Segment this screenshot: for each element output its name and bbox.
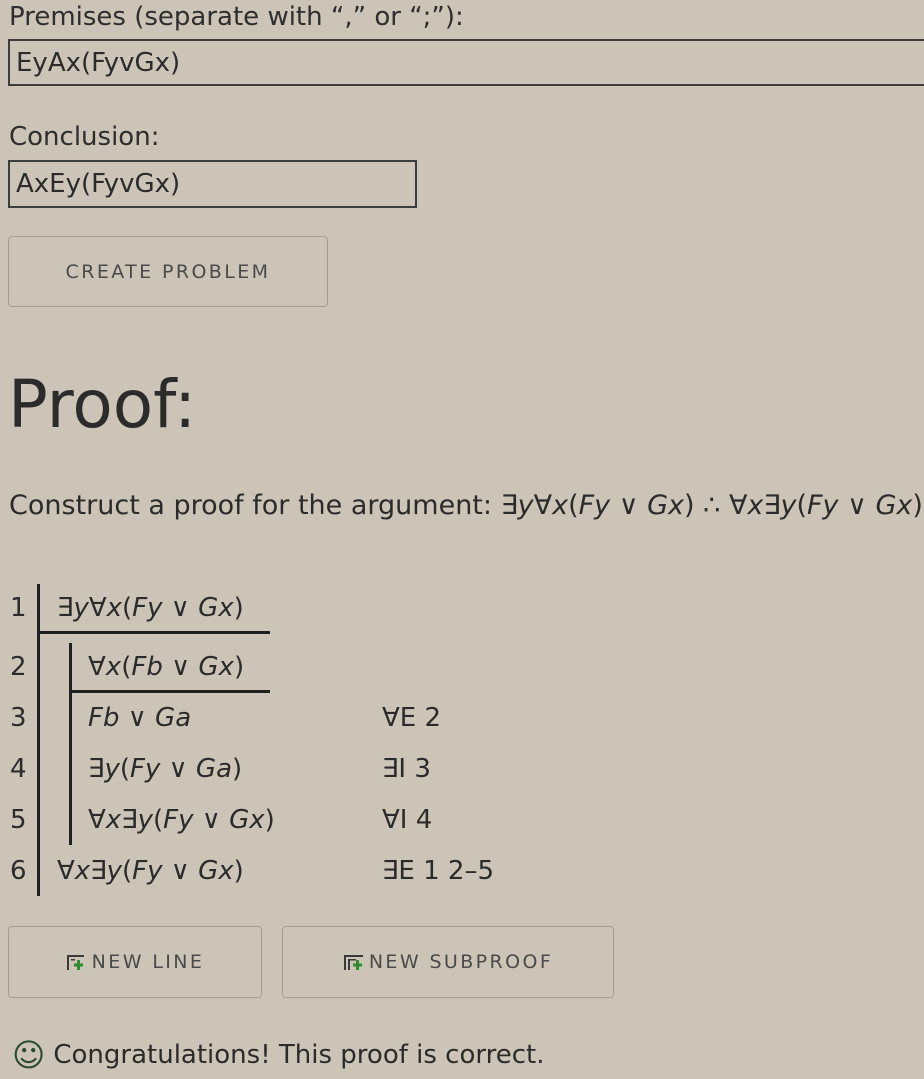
justification[interactable]: ∀E 2 [382,703,441,733]
conclusion-label: Conclusion: [9,122,160,152]
proof-formula[interactable]: ∀x(Fb ∨ Gx) [88,652,244,682]
line-number: 2 [10,652,27,682]
line-number: 5 [10,805,27,835]
conclusion-input[interactable] [8,160,417,208]
proof-formula[interactable]: ∀x∃y(Fy ∨ Gx) [88,805,275,835]
line-number: 6 [10,856,27,886]
proof-formula[interactable]: ∃y(Fy ∨ Ga) [88,754,242,784]
smiley-icon: ☺ [12,1036,46,1074]
prompt-text: Construct a proof for the argument: [9,490,501,521]
add-subproof-icon [343,953,363,971]
proof-formula[interactable]: Fb ∨ Ga [88,703,191,733]
assumption-line [70,690,270,693]
proof-formula[interactable]: ∃y∀x(Fy ∨ Gx) [57,593,244,623]
prompt-premise: ∃y∀x(Fy ∨ Gx) [500,490,695,521]
status-text: Congratulations! This proof is correct. [53,1040,545,1070]
new-subproof-label: NEW SUBPROOF [368,951,554,973]
subproof-scope-bar [69,643,72,845]
new-line-label: NEW LINE [91,951,205,973]
proof-formula[interactable]: ∀x∃y(Fy ∨ Gx) [57,856,244,886]
premises-input[interactable] [8,39,924,86]
therefore-symbol: ∴ [703,490,721,521]
proof-heading: Proof: [8,366,197,443]
new-line-button[interactable]: NEW LINE [8,926,262,998]
status-message: ☺ Congratulations! This proof is correct… [12,1036,544,1074]
add-line-icon [66,953,86,971]
new-subproof-button[interactable]: NEW SUBPROOF [282,926,614,998]
justification[interactable]: ∃I 3 [382,754,431,784]
line-number: 1 [10,593,27,623]
premise-line [38,631,270,634]
premises-label: Premises (separate with “,” or “;”): [9,2,464,32]
line-number: 3 [10,703,27,733]
justification[interactable]: ∀I 4 [382,805,432,835]
argument-prompt: Construct a proof for the argument: ∃y∀x… [9,490,923,521]
justification[interactable]: ∃E 1 2–5 [382,856,494,886]
create-problem-button[interactable]: CREATE PROBLEM [8,236,328,307]
line-number: 4 [10,754,27,784]
prompt-conclusion: ∀x∃y(Fy ∨ Gx) [728,490,923,521]
